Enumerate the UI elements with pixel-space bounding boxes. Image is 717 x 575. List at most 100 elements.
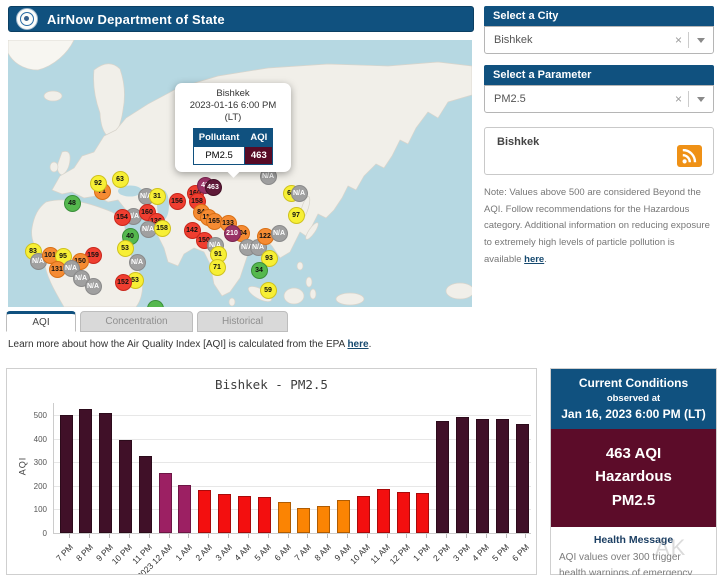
parameter-dropdown-caret-icon[interactable] — [697, 97, 705, 102]
health-message-text: AQI values over 300 trigger health warni… — [551, 550, 716, 575]
aqi-bar[interactable] — [99, 413, 112, 533]
aqi-bar[interactable] — [139, 456, 152, 533]
aqi-bar[interactable] — [516, 424, 529, 533]
select-divider — [688, 91, 689, 107]
parameter-select[interactable]: PM2.5 × — [484, 85, 714, 113]
popup-datetime: 2023-01-16 6:00 PM — [179, 100, 287, 112]
aqi-bar[interactable] — [60, 415, 73, 533]
aqi-bar[interactable] — [496, 419, 509, 533]
tab-aqi[interactable]: AQI — [6, 311, 76, 332]
y-axis-tick-label: 300 — [19, 458, 47, 467]
x-axis-line — [53, 533, 531, 534]
airnow-page: AirNow Department of State — [0, 0, 717, 575]
aqi-bar[interactable] — [476, 419, 489, 533]
aqi-bar[interactable] — [79, 409, 92, 533]
x-axis-tick — [188, 534, 189, 538]
aqi-bar[interactable] — [456, 417, 469, 533]
aqi-bar[interactable] — [397, 492, 410, 533]
aqi-map-marker[interactable]: 59 — [260, 282, 277, 299]
parameter-clear-icon[interactable]: × — [669, 92, 688, 106]
aqi-map-marker[interactable]: N/A — [291, 185, 308, 202]
aqi-map-marker[interactable]: 156 — [169, 193, 186, 210]
aqi-map-marker[interactable]: N/A — [85, 278, 102, 295]
aqi-map-marker[interactable]: N/A — [129, 254, 146, 271]
map[interactable]: 71926348N/A31156N/A154160136N/A1584053N/… — [8, 40, 472, 307]
aqi-map-marker[interactable]: 210 — [224, 225, 241, 242]
city-select-value: Bishkek — [485, 34, 669, 46]
popup-col-aqi: AQI — [245, 128, 273, 146]
rss-feed-icon[interactable] — [677, 145, 702, 167]
y-axis-tick-label: 0 — [19, 529, 47, 538]
x-axis-tick — [228, 534, 229, 538]
aqi-bar[interactable] — [278, 502, 291, 533]
aqi-bar[interactable] — [238, 496, 251, 533]
aqi-map-marker[interactable]: 34 — [251, 262, 268, 279]
x-axis-tick — [446, 534, 447, 538]
popup-table: Pollutant AQI PM2.5 463 — [193, 128, 274, 165]
x-axis-tick — [248, 534, 249, 538]
learn-more-here-link[interactable]: here — [347, 339, 368, 350]
aqi-map-marker[interactable]: 154 — [114, 209, 131, 226]
aqi-bar[interactable] — [218, 494, 231, 533]
aqi-map-marker[interactable]: 463 — [205, 179, 222, 196]
aqi-map-marker[interactable]: 31 — [149, 188, 166, 205]
aqi-map-marker[interactable]: 71 — [209, 259, 226, 276]
select-parameter-header: Select a Parameter — [484, 65, 714, 85]
popup-city: Bishkek — [179, 88, 287, 100]
aqi-bar[interactable] — [159, 473, 172, 533]
tab-historical[interactable]: Historical — [197, 311, 288, 332]
x-axis-tick — [506, 534, 507, 538]
aqi-bar[interactable] — [258, 497, 271, 533]
popup-aqi-value: 463 — [245, 146, 273, 164]
app-header: AirNow Department of State — [8, 6, 474, 32]
city-clear-icon[interactable]: × — [669, 33, 688, 47]
learn-more-line: Learn more about how the Air Quality Ind… — [8, 339, 371, 350]
x-axis-tick — [387, 534, 388, 538]
current-aqi-value: 463 AQI — [555, 442, 712, 465]
x-axis-tick — [149, 534, 150, 538]
aqi-map-marker[interactable]: 152 — [115, 274, 132, 291]
x-axis-tick — [169, 534, 170, 538]
aqi-bar[interactable] — [357, 496, 370, 533]
current-conditions-header: Current Conditions observed at Jan 16, 2… — [551, 369, 716, 429]
aqi-bar[interactable] — [337, 500, 350, 533]
tab-concentration[interactable]: Concentration — [80, 311, 193, 332]
chart-title: Bishkek - PM2.5 — [7, 377, 536, 392]
aqi-bar[interactable] — [317, 506, 330, 533]
select-divider — [688, 32, 689, 48]
x-axis-tick — [406, 534, 407, 538]
aqi-map-marker[interactable]: 158 — [154, 220, 171, 237]
aqi-bar[interactable] — [436, 421, 449, 533]
x-axis-tick — [129, 534, 130, 538]
observed-datetime: Jan 16, 2023 6:00 PM (LT) — [555, 407, 712, 421]
current-aqi-category: Hazardous — [555, 465, 712, 488]
x-axis-tick — [525, 534, 526, 538]
note-text: Note: Values above 500 are considered Be… — [484, 187, 710, 265]
aqi-map-marker[interactable]: 48 — [64, 195, 81, 212]
aqi-map-marker[interactable]: 63 — [112, 171, 129, 188]
aqi-map-marker[interactable]: 92 — [90, 175, 107, 192]
aqi-map-marker[interactable]: N/A — [271, 225, 288, 242]
current-conditions-title: Current Conditions — [555, 376, 712, 390]
x-axis-tick — [466, 534, 467, 538]
aqi-bar[interactable] — [377, 489, 390, 533]
x-axis-tick — [426, 534, 427, 538]
map-popup: Bishkek 2023-01-16 6:00 PM (LT) Pollutan… — [175, 83, 291, 172]
aqi-bar[interactable] — [198, 490, 211, 533]
aqi-bar[interactable] — [297, 508, 310, 533]
y-axis-tick-label: 100 — [19, 505, 47, 514]
note-suffix: . — [544, 254, 547, 265]
aqi-bar[interactable] — [119, 440, 132, 533]
aqi-map-marker[interactable]: 97 — [288, 207, 305, 224]
aqi-bar[interactable] — [416, 493, 429, 533]
learn-more-text: Learn more about how the Air Quality Ind… — [8, 339, 347, 350]
app-title: AirNow Department of State — [47, 12, 225, 27]
beyond-aqi-note: Note: Values above 500 are considered Be… — [484, 185, 714, 268]
aqi-bar[interactable] — [178, 485, 191, 533]
select-city-header: Select a City — [484, 6, 714, 26]
city-select[interactable]: Bishkek × — [484, 26, 714, 54]
city-dropdown-caret-icon[interactable] — [697, 38, 705, 43]
x-axis-tick — [268, 534, 269, 538]
note-here-link[interactable]: here — [524, 254, 544, 265]
aqi-map-marker[interactable]: 53 — [117, 240, 134, 257]
